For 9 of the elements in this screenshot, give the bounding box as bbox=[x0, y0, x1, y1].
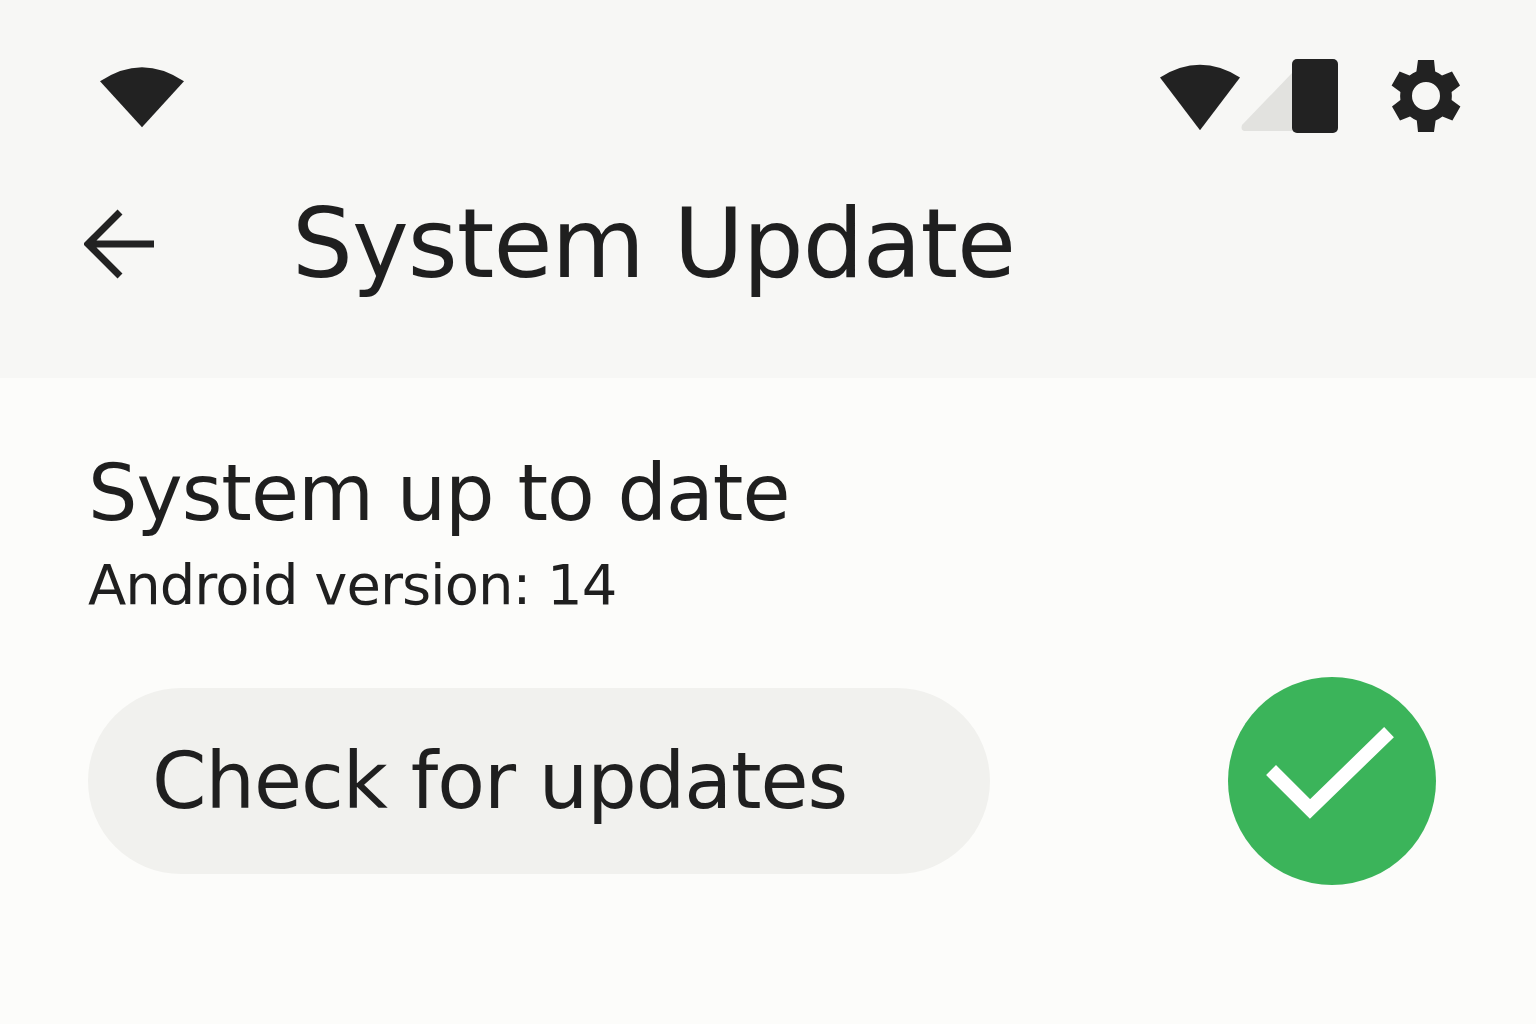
back-arrow-icon[interactable] bbox=[84, 209, 156, 279]
battery-icon bbox=[1292, 59, 1338, 133]
version-text: Android version: 14 bbox=[88, 552, 618, 617]
status-heading: System up to date bbox=[88, 448, 791, 538]
check-updates-button[interactable]: Check for updates bbox=[88, 688, 990, 874]
signal-icon bbox=[1240, 73, 1292, 131]
check-circle-icon bbox=[1228, 677, 1436, 885]
screen-title: System Update bbox=[292, 188, 1016, 300]
wifi-icon bbox=[100, 64, 184, 128]
